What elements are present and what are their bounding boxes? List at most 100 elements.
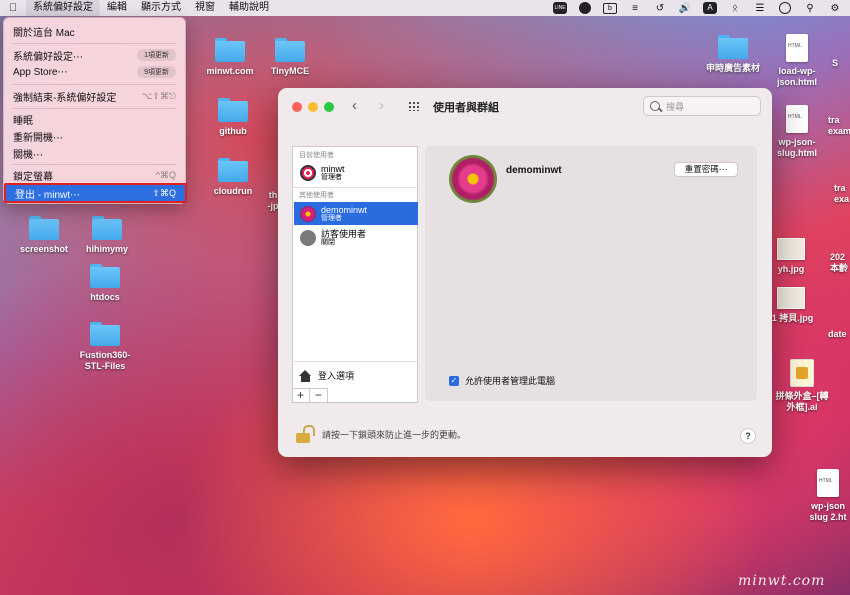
time-machine-icon[interactable]: ↺ — [653, 2, 667, 14]
menu-separator — [13, 43, 176, 44]
menu-view[interactable]: 顯示方式 — [134, 0, 188, 16]
menu-force-quit[interactable]: 強制結束-系統偏好設定 ⌥⇧⌘⎋ — [4, 87, 185, 105]
volume-icon[interactable]: 🔊 — [678, 2, 692, 14]
menu-app-store[interactable]: App Store⋯ 9項更新 — [4, 63, 185, 81]
window-titlebar: ‹ › 使用者與群組 搜尋 — [278, 88, 772, 124]
help-button[interactable]: ? — [740, 428, 756, 444]
avatar — [300, 164, 316, 181]
forward-icon[interactable]: › — [379, 97, 384, 114]
menu-system-preferences-item[interactable]: 系統偏好設定⋯ 1項更新 — [4, 46, 185, 64]
window-title: 使用者與群組 — [433, 102, 499, 114]
search-placeholder: 搜尋 — [666, 101, 685, 112]
control-center-icon[interactable]: ⚙ — [828, 2, 842, 14]
image-file-icon — [777, 287, 805, 309]
stack-icon[interactable]: ≡ — [628, 2, 642, 14]
menu-help[interactable]: 輔助說明 — [222, 0, 276, 16]
other-users-header: 其他使用者 — [299, 192, 334, 199]
apple-icon[interactable]:  — [0, 2, 26, 14]
folder-icon — [92, 216, 122, 240]
folder-icon — [218, 158, 248, 182]
user-row-guest[interactable]: 訪客使用者 關閉 — [294, 226, 418, 249]
folder-icon — [90, 322, 120, 346]
desktop-file-partial-202[interactable]: 202 本齡 — [830, 248, 850, 274]
bluetooth-icon[interactable]: ᛟ — [728, 2, 742, 14]
avatar — [300, 205, 316, 222]
user-row-minwt[interactable]: minwt 管理者 — [294, 161, 418, 184]
desktop-file-ai[interactable]: 拼條外盒–[轉 外框].ai — [762, 359, 842, 413]
add-remove-bar: + − — [292, 388, 328, 403]
status-area: LINE b ≡ ↺ 🔊 A ᛟ ☰ ⚲ ⚙ — [553, 0, 842, 16]
list-separator — [293, 361, 417, 362]
minimize-button[interactable] — [308, 102, 318, 112]
desktop-folder-screenshot[interactable]: screenshot — [8, 216, 80, 255]
zoom-button[interactable] — [324, 102, 334, 112]
shortcut-label: ⌥⇧⌘⎋ — [141, 90, 176, 101]
allow-admin-checkbox[interactable]: ✓ — [449, 375, 459, 386]
remove-user-button[interactable]: − — [310, 389, 328, 403]
guest-avatar — [300, 229, 316, 246]
desktop-file-wp-json-slug-2[interactable]: HTML wp-json slug 2.ht — [800, 469, 850, 523]
desktop-folder-fustion360[interactable]: Fustion360- STL-Files — [69, 322, 141, 372]
lock-icon[interactable] — [296, 425, 310, 443]
login-options[interactable]: 登入選項 — [299, 369, 354, 382]
wifi-icon[interactable]: ☰ — [753, 2, 767, 14]
user-row-demominwt[interactable]: demominwt 管理者 — [294, 202, 418, 225]
search-icon — [650, 101, 660, 111]
search-icon[interactable]: ⚲ — [803, 2, 817, 14]
desktop-file-partial-date[interactable]: date — [828, 325, 850, 340]
illustrator-file-icon — [790, 359, 814, 387]
reset-password-button[interactable]: 重置密碼⋯ — [674, 162, 738, 177]
folder-icon — [215, 38, 245, 62]
user-avatar[interactable] — [449, 155, 497, 203]
desktop-file-partial-s[interactable]: S — [832, 54, 850, 69]
desktop-file-partial-tra1[interactable]: tra exam — [828, 111, 850, 137]
menu-system-preferences[interactable]: 系統偏好設定 — [26, 0, 100, 16]
desktop-file-partial-tra2[interactable]: tra exa — [834, 179, 850, 205]
folder-icon — [90, 264, 120, 288]
menu-about-this-mac[interactable]: 關於這台 Mac — [4, 22, 185, 40]
current-users-header: 目前使用者 — [299, 152, 334, 159]
menu-edit[interactable]: 編輯 — [100, 0, 134, 16]
menu-lock-screen[interactable]: 鎖定螢幕 ^⌘Q — [4, 166, 185, 184]
desktop-folder-htdocs[interactable]: htdocs — [69, 264, 141, 303]
desktop-folder-hihimymy[interactable]: hihimymy — [71, 216, 143, 255]
show-all-grid-icon[interactable] — [408, 101, 420, 111]
desktop-file-load-wp-json[interactable]: HTML load-wp- json.html — [761, 34, 833, 88]
folder-icon — [218, 98, 248, 122]
lock-text: 請按一下鎖頭來防止進一步的更動。 — [322, 429, 467, 440]
search-field[interactable]: 搜尋 — [643, 96, 761, 116]
list-separator — [293, 187, 417, 188]
openai-icon[interactable] — [578, 2, 592, 14]
bartender-icon[interactable]: b — [603, 2, 617, 14]
line-icon[interactable]: LINE — [553, 2, 567, 14]
desktop-folder-ad-materials[interactable]: 申時廣告素材 — [697, 35, 769, 74]
menu-sleep[interactable]: 睡眠 — [4, 110, 185, 128]
desktop-folder-tinymce[interactable]: TinyMCE — [254, 38, 326, 77]
users-groups-window: ‹ › 使用者與群組 搜尋 目前使用者 minwt 管理者 其他使用者 demo… — [278, 88, 772, 457]
back-icon[interactable]: ‹ — [352, 97, 357, 114]
menu-log-out[interactable]: 登出 - minwt⋯ ⇧⌘Q — [4, 183, 187, 203]
shortcut-label: ⇧⌘Q — [152, 187, 176, 198]
user-icon[interactable] — [778, 2, 792, 14]
input-source-icon[interactable]: A — [703, 2, 717, 14]
apple-menu: 關於這台 Mac 系統偏好設定⋯ 1項更新 App Store⋯ 9項更新 強制… — [3, 17, 187, 204]
watermark: minwt.com — [738, 573, 826, 589]
menu-shutdown[interactable]: 關機⋯ — [4, 144, 185, 162]
user-detail-pane: demominwt 重置密碼⋯ ✓ 允許使用者管理此電腦 — [425, 146, 757, 401]
menu-bar:  系統偏好設定 編輯 顯示方式 視窗 輔助說明 LINE b ≡ ↺ 🔊 A … — [0, 0, 850, 16]
html-file-icon: HTML — [817, 469, 839, 497]
user-name: demominwt — [506, 165, 562, 176]
folder-icon — [275, 38, 305, 62]
lock-row: 請按一下鎖頭來防止進一步的更動。 — [296, 425, 466, 443]
html-file-icon: HTML — [786, 34, 808, 62]
allow-admin-option[interactable]: ✓ 允許使用者管理此電腦 — [449, 374, 555, 387]
add-user-button[interactable]: + — [292, 389, 310, 403]
menu-window[interactable]: 視窗 — [188, 0, 222, 16]
menu-restart[interactable]: 重新開機⋯ — [4, 127, 185, 145]
menu-separator — [13, 84, 176, 85]
close-button[interactable] — [292, 102, 302, 112]
menu-separator — [13, 164, 176, 165]
folder-icon — [29, 216, 59, 240]
menu-separator — [13, 108, 176, 109]
desktop-folder-github[interactable]: github — [197, 98, 269, 137]
